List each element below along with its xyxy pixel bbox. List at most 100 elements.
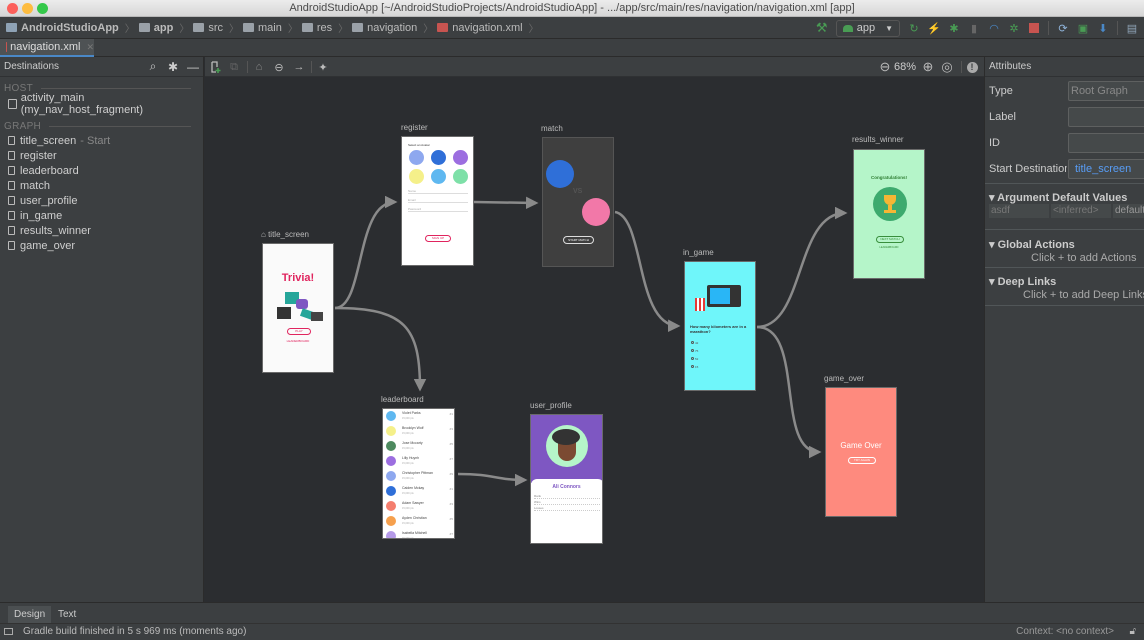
attach-debugger-icon[interactable]: ✲ [1008,22,1020,35]
argument-name-cell[interactable]: asdf [989,204,1049,218]
build-hammer-icon[interactable]: ⚒ [816,20,828,35]
destination-item-register[interactable]: register [0,148,203,163]
player-rank: #5 [449,442,453,446]
auto-arrange-icon[interactable]: ✦ [316,60,330,74]
email-field: Email [408,198,468,203]
node-game-over[interactable]: Game Over TRY AGAIN [825,387,897,517]
label-field[interactable] [1068,107,1144,127]
sync-gradle-icon[interactable]: ⟳ [1057,22,1069,35]
avd-manager-icon[interactable]: ▣ [1077,22,1089,35]
navigation-graph-canvas[interactable]: ⌂ title_screen Trivia! PLAY LEADERBOARD … [205,77,984,602]
zoom-in-icon[interactable]: ⊕ [921,59,935,74]
argument-type-cell[interactable]: <inferred> [1051,204,1111,218]
edge-ingame-results[interactable] [756,206,848,329]
divider [985,267,1144,268]
deep-link-icon[interactable]: ⊖ [272,60,286,74]
gear-icon[interactable]: ✱ [163,60,183,74]
argument-default-cell[interactable]: default [1113,204,1144,218]
debug-icon[interactable]: ✱ [948,22,960,35]
breadcrumb-item-project[interactable]: AndroidStudioApp 〉 [6,20,135,35]
avatar [453,169,468,184]
destinations-header: Destinations ⌕ ✱ — [0,57,203,77]
destination-item-title-screen[interactable]: title_screen - Start [0,133,203,148]
node-results-winner[interactable]: Congratulations! NEXT MATCH LEADERBOARD [853,149,925,279]
tv-illustration [707,285,741,307]
player-rank: #1 [449,487,453,491]
question-text: How many kilometers are in a marathon? [690,324,747,334]
status-message[interactable]: Gradle build finished in 5 s 969 ms (mom… [23,626,246,637]
zoom-to-fit-icon[interactable]: ◎ [940,59,954,74]
trophy-icon [884,195,896,205]
destination-item-in-game[interactable]: in_game [0,208,203,223]
destination-item-results-winner[interactable]: results_winner [0,223,203,238]
global-actions-section[interactable]: ▾ Global Actions [989,238,1075,251]
argument-default-values-section[interactable]: ▾ Argument Default Values [989,191,1127,204]
edge-title-register[interactable] [334,195,398,310]
id-field[interactable] [1068,133,1144,153]
tab-text[interactable]: Text [52,606,82,624]
node-user-profile[interactable]: Ali Connors Rank Wins Losses [530,414,603,544]
project-structure-icon[interactable]: ▤ [1126,22,1138,35]
leaderboard-link: LEADERBOARD [879,246,899,249]
breadcrumb-item-main[interactable]: main 〉 [243,20,298,35]
node-label-title-screen: ⌂ title_screen [261,230,309,239]
lock-icon[interactable]: 🔓︎ [1130,626,1136,637]
edge-register-match[interactable] [473,196,539,210]
player-points: 15,000 pts [402,507,414,510]
edge-leaderboard-profile[interactable] [457,472,528,487]
player-avatar [546,160,574,188]
close-tab-icon[interactable]: ✕ [86,42,94,53]
rerun-icon[interactable]: ↻ [908,22,920,35]
breadcrumb-item-app[interactable]: app 〉 [138,20,189,35]
start-destination-field[interactable]: title_screen [1068,159,1144,179]
avatar [453,150,468,165]
stop-icon[interactable] [1028,22,1040,34]
trophy-badge [873,187,907,221]
type-field[interactable]: Root Graph [1068,81,1144,101]
breadcrumb-item-navigation[interactable]: navigation 〉 [352,20,433,35]
run-config-dropdown[interactable]: app ▼ [835,19,900,37]
destination-item-match[interactable]: match [0,178,203,193]
attach-profiler-icon[interactable]: ▮ [968,22,980,35]
node-in-game[interactable]: How many kilometers are in a marathon? 4… [684,261,756,391]
toggle-tool-windows-icon[interactable] [4,628,13,635]
destination-item-user-profile[interactable]: user_profile [0,193,203,208]
breadcrumb-item-src[interactable]: src 〉 [193,20,239,35]
tab-design[interactable]: Design [8,606,52,624]
nested-graph-icon[interactable]: ⧉ [227,60,241,74]
design-text-tabs: Design Text [0,602,1144,624]
expand-triangle-icon: ▾ [989,239,998,251]
node-title-screen[interactable]: Trivia! PLAY LEADERBOARD [262,243,334,373]
minimize-panel-icon[interactable]: — [183,60,203,74]
attr-label-id: ID [989,137,1000,149]
warning-icon[interactable]: ! [965,60,979,74]
add-action-icon[interactable]: → [292,60,306,74]
attributes-header: Attributes [985,57,1144,77]
home-icon: ⌂ [261,230,266,239]
search-icon[interactable]: ⌕ [143,59,163,74]
profile-icon[interactable]: ◠ [988,22,1000,35]
breadcrumb-item-res[interactable]: res 〉 [301,20,348,35]
home-icon[interactable]: ⌂ [252,60,266,74]
expand-triangle-icon: ▾ [989,276,998,288]
host-item[interactable]: activity_main (my_nav_host_fragment) [0,92,203,116]
deep-links-section[interactable]: ▾ Deep Links [989,275,1056,288]
node-match[interactable]: VS START MATCH [542,137,614,267]
attributes-panel: Attributes Type Root Graph Label ID Star… [984,57,1144,602]
sdk-manager-icon[interactable]: ⬇ [1097,22,1109,35]
edge-match-ingame[interactable] [614,210,681,332]
new-destination-icon[interactable] [209,60,223,74]
edge-ingame-gameover[interactable] [756,325,822,459]
vs-label: VS [573,188,583,195]
destination-item-game-over[interactable]: game_over [0,238,203,253]
node-register[interactable]: Select an Avatar Name Email Password SIG… [401,136,474,266]
tab-navigation-xml[interactable]: navigation.xml ✕ [0,39,94,57]
window-titlebar: AndroidStudioApp [~/AndroidStudioProject… [0,0,1144,17]
context-indicator[interactable]: Context: <no context> [1016,626,1114,637]
edge-title-leaderboard[interactable] [334,306,427,392]
node-leaderboard[interactable]: Violet Parks 15,000 pts #1 Brooklyn Wolf 15,… [382,408,455,539]
destination-item-leaderboard[interactable]: leaderboard [0,163,203,178]
apply-changes-icon[interactable]: ⚡ [927,22,941,35]
breadcrumb-item-navigation-xml[interactable]: navigation.xml 〉 [437,20,539,35]
zoom-out-icon[interactable]: ⊖ [878,59,892,74]
